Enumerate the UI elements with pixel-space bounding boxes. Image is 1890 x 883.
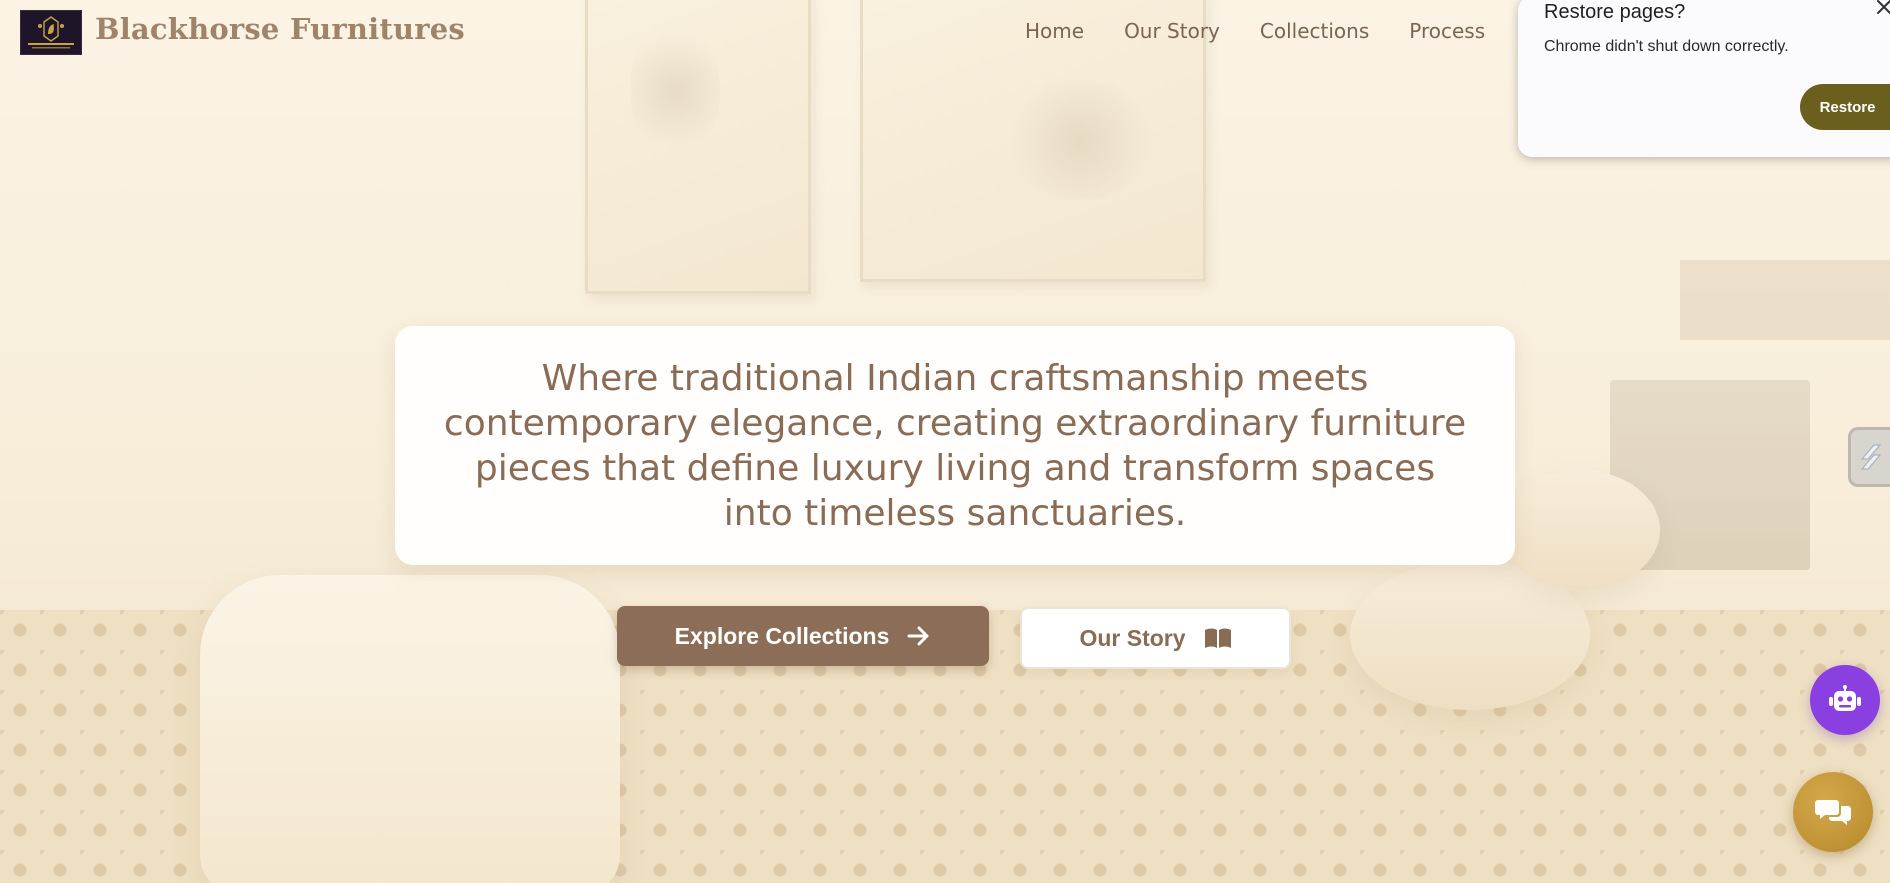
chatbot-button[interactable] bbox=[1810, 665, 1880, 735]
our-story-label: Our Story bbox=[1079, 624, 1186, 651]
restore-popup-message: Chrome didn't shut down correctly. bbox=[1544, 38, 1789, 55]
arrow-right-icon bbox=[907, 626, 929, 646]
nav-process[interactable]: Process bbox=[1409, 19, 1485, 43]
main-nav: Home Our Story Collections Process bbox=[1025, 19, 1485, 43]
book-open-icon bbox=[1204, 628, 1231, 648]
hero-tagline: Where traditional Indian craftsmanship m… bbox=[443, 357, 1467, 534]
chat-button[interactable] bbox=[1793, 772, 1873, 852]
robot-icon bbox=[1829, 685, 1861, 711]
restore-button[interactable]: Restore bbox=[1800, 84, 1890, 130]
background-ottoman-2 bbox=[1500, 470, 1660, 590]
brand-name[interactable]: Blackhorse Furnitures bbox=[95, 12, 465, 46]
side-extension-tab[interactable] bbox=[1848, 427, 1890, 487]
our-story-button[interactable]: Our Story bbox=[1020, 607, 1291, 669]
nav-home[interactable]: Home bbox=[1025, 19, 1084, 43]
explore-collections-label: Explore Collections bbox=[674, 622, 890, 649]
restore-pages-popup: Restore pages? Chrome didn't shut down c… bbox=[1518, 0, 1890, 157]
brand-logo[interactable] bbox=[20, 10, 82, 55]
extension-tab-icon bbox=[1860, 444, 1881, 470]
background-shelf bbox=[1680, 260, 1890, 340]
explore-collections-button[interactable]: Explore Collections bbox=[617, 606, 989, 666]
hero-card: Where traditional Indian craftsmanship m… bbox=[395, 326, 1515, 565]
nav-collections[interactable]: Collections bbox=[1260, 19, 1369, 43]
close-icon[interactable] bbox=[1873, 0, 1890, 18]
restore-popup-title: Restore pages? bbox=[1544, 1, 1686, 23]
chat-bubbles-icon bbox=[1815, 800, 1851, 825]
background-armchair bbox=[200, 575, 620, 883]
horse-crest-icon bbox=[22, 12, 80, 53]
nav-our-story[interactable]: Our Story bbox=[1124, 19, 1220, 43]
